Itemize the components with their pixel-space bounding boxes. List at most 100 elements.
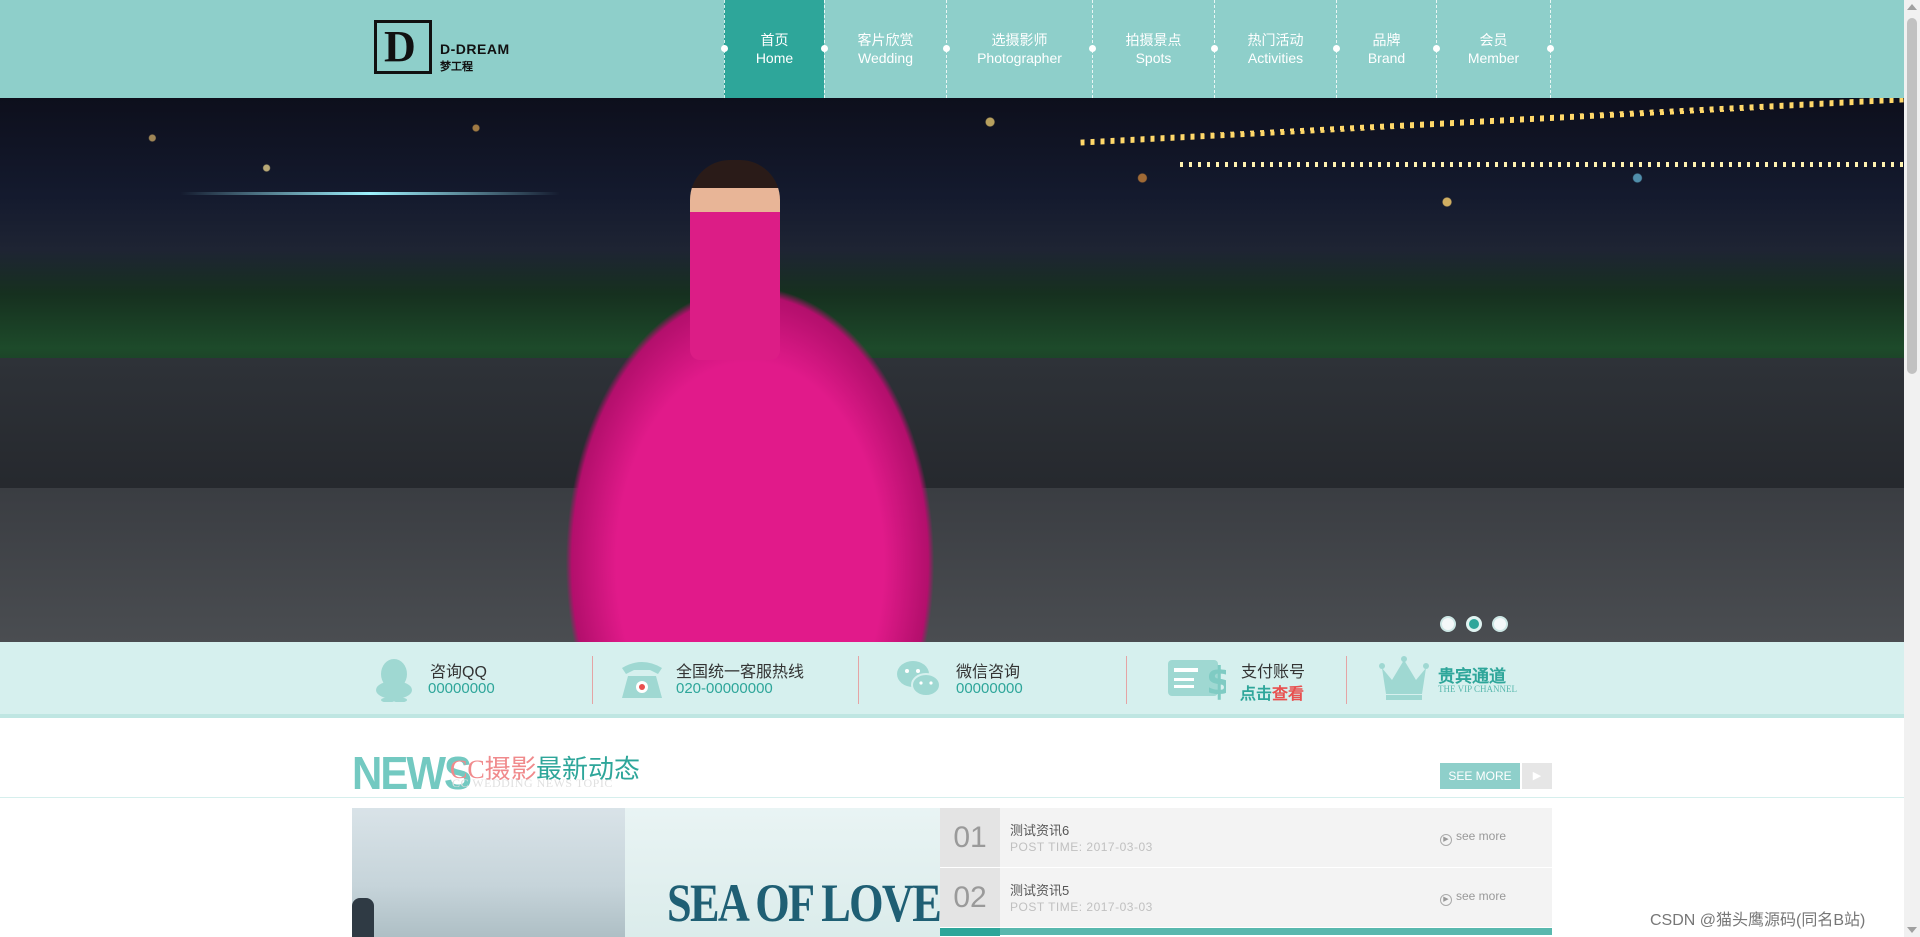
contact-payment[interactable]: $ 支付账号 点击查看 bbox=[1166, 654, 1356, 704]
main-nav: 首页 Home 客片欣赏 Wedding 选摄影师 Photographer 拍… bbox=[721, 0, 1554, 98]
slider-dot-active[interactable] bbox=[1466, 616, 1482, 632]
nav-separator-dot bbox=[1211, 45, 1218, 52]
divider bbox=[592, 656, 593, 704]
contact-wechat-label: 微信咨询 bbox=[956, 664, 1021, 681]
telephone-icon bbox=[622, 662, 662, 698]
payment-link-b: 查看 bbox=[1272, 686, 1305, 703]
slider-dot[interactable] bbox=[1492, 616, 1508, 632]
play-circle-icon: ▶ bbox=[1439, 894, 1452, 906]
nav-label-en: Member bbox=[1467, 50, 1520, 66]
contact-wechat-value: 00000000 bbox=[956, 680, 1023, 697]
contact-qq[interactable]: 咨询QQ 00000000 bbox=[370, 654, 570, 704]
news-item-number bbox=[940, 928, 1000, 936]
contact-bar: 咨询QQ 00000000 全国统一客服热线 020-00000000 微信咨询… bbox=[0, 642, 1904, 718]
nav-separator-dot bbox=[821, 45, 828, 52]
page-scrollbar[interactable] bbox=[1904, 0, 1920, 937]
nav-item-spots[interactable]: 拍摄景点 Spots bbox=[1089, 0, 1214, 98]
divider bbox=[858, 656, 859, 704]
contact-payment-value[interactable]: 点击查看 bbox=[1240, 680, 1304, 704]
divider bbox=[1346, 656, 1347, 704]
svg-text:$: $ bbox=[1206, 659, 1226, 702]
payment-link-a: 点击 bbox=[1240, 686, 1273, 703]
nav-label-cn: 首页 bbox=[760, 32, 789, 48]
divider bbox=[1126, 656, 1127, 704]
payment-card-icon: $ bbox=[1168, 659, 1226, 702]
nav-item-member[interactable]: 会员 Member bbox=[1433, 0, 1554, 98]
news-item-number: 02 bbox=[940, 868, 1000, 927]
contact-payment-label: 支付账号 bbox=[1241, 664, 1306, 681]
nav-separator-dot bbox=[1089, 45, 1096, 52]
nav-separator-dot bbox=[943, 45, 950, 52]
see-more-label: see more bbox=[1455, 829, 1506, 843]
nav-label-en: Photographer bbox=[977, 50, 1062, 66]
news-item-title[interactable]: 测试资讯5 bbox=[1010, 880, 1069, 899]
logo-name: D-DREAM bbox=[440, 41, 510, 57]
contact-wechat[interactable]: 微信咨询 00000000 bbox=[894, 654, 1094, 704]
couple-figure bbox=[352, 898, 374, 937]
news-item-see-more[interactable]: ▶ see more bbox=[1439, 829, 1506, 846]
contact-vip[interactable]: 贵宾通道 THE VIP CHANNEL bbox=[1378, 654, 1548, 704]
news-item-number: 01 bbox=[940, 808, 1000, 867]
news-image-poster[interactable]: SEA OF LOVE bbox=[625, 808, 942, 937]
nav-label-cn: 客片欣赏 bbox=[857, 32, 914, 48]
poster-text: SEA OF LOVE bbox=[667, 873, 942, 933]
slider-dots bbox=[1440, 616, 1508, 632]
nav-label-en: Activities bbox=[1247, 50, 1304, 66]
news-item-time: POST TIME: 2017-03-03 bbox=[1010, 840, 1153, 854]
crown-icon bbox=[1379, 656, 1429, 700]
nav-label-en: Home bbox=[755, 50, 794, 66]
site-logo[interactable]: D D-DREAM 梦工程 bbox=[374, 20, 514, 76]
nav-label-cn: 品牌 bbox=[1372, 32, 1401, 48]
play-circle-icon: ▶ bbox=[1439, 834, 1452, 846]
nav-separator-dot bbox=[721, 45, 728, 52]
news-heading: NEWS CC摄影 最新动态 CC WEDDING NEWS TOPIC bbox=[352, 745, 1552, 799]
nav-separator-dot bbox=[1333, 45, 1340, 52]
news-item[interactable]: 02 测试资讯5 POST TIME: 2017-03-03 ▶ see more bbox=[940, 868, 1552, 928]
see-more-label: see more bbox=[1455, 889, 1506, 903]
news-item[interactable]: 01 测试资讯6 POST TIME: 2017-03-03 ▶ see more bbox=[940, 808, 1552, 868]
watermark: CSDN @猫头鹰源码(同名B站) bbox=[1650, 912, 1866, 929]
scroll-up-icon[interactable] bbox=[1907, 4, 1917, 10]
contact-hotline[interactable]: 全国统一客服热线 020-00000000 bbox=[618, 654, 838, 704]
hero-banner[interactable] bbox=[0, 98, 1904, 642]
nav-label-cn: 热门活动 bbox=[1247, 32, 1304, 48]
nav-label-en: Wedding bbox=[857, 50, 913, 66]
news-item-partial[interactable] bbox=[940, 928, 1552, 936]
scrollbar-thumb[interactable] bbox=[1907, 18, 1917, 374]
news-item-time: POST TIME: 2017-03-03 bbox=[1010, 900, 1153, 914]
wechat-icon bbox=[897, 661, 941, 697]
nav-label-en: Brand bbox=[1367, 50, 1406, 66]
nav-separator-dot bbox=[1547, 45, 1554, 52]
nav-item-activities[interactable]: 热门活动 Activities bbox=[1211, 0, 1336, 98]
news-image-photo[interactable] bbox=[352, 808, 625, 937]
contact-qq-value: 00000000 bbox=[428, 680, 495, 697]
nav-item-wedding[interactable]: 客片欣赏 Wedding bbox=[821, 0, 946, 98]
nav-label-cn: 选摄影师 bbox=[991, 32, 1048, 48]
nav-label-cn: 会员 bbox=[1479, 32, 1508, 48]
contact-hotline-value: 020-00000000 bbox=[676, 680, 773, 697]
slider-dot[interactable] bbox=[1440, 616, 1456, 632]
vip-subtitle: THE VIP CHANNEL bbox=[1438, 684, 1517, 694]
logo-mark-letter: D bbox=[384, 22, 416, 71]
scroll-down-icon[interactable] bbox=[1907, 927, 1917, 933]
news-list: 01 测试资讯6 POST TIME: 2017-03-03 ▶ see more… bbox=[940, 808, 1552, 936]
bridge-lights-lower bbox=[1180, 162, 1904, 167]
nav-item-home[interactable]: 首页 Home bbox=[721, 0, 824, 98]
site-header: D D-DREAM 梦工程 首页 Home 客片欣赏 Wedding 选摄影师 … bbox=[0, 0, 1904, 98]
nav-item-brand[interactable]: 品牌 Brand bbox=[1333, 0, 1436, 98]
bride-figure bbox=[690, 160, 780, 360]
news-subtitle: CC WEDDING NEWS TOPIC bbox=[452, 776, 613, 790]
nav-separator-dot bbox=[1433, 45, 1440, 52]
nav-item-photographer[interactable]: 选摄影师 Photographer bbox=[943, 0, 1092, 98]
section-divider bbox=[0, 797, 1904, 798]
nav-label-en: Spots bbox=[1135, 50, 1172, 66]
light-streak bbox=[180, 192, 560, 195]
contact-qq-label: 咨询QQ bbox=[430, 664, 487, 681]
logo-mark: D bbox=[374, 20, 432, 74]
nav-label-cn: 拍摄景点 bbox=[1125, 32, 1182, 48]
news-item-title[interactable]: 测试资讯6 bbox=[1010, 820, 1069, 839]
see-more-button[interactable]: SEE MORE bbox=[1440, 763, 1520, 789]
contact-hotline-label: 全国统一客服热线 bbox=[676, 664, 805, 681]
news-item-see-more[interactable]: ▶ see more bbox=[1439, 889, 1506, 906]
see-more-arrow-button[interactable]: ▶ bbox=[1522, 763, 1552, 789]
